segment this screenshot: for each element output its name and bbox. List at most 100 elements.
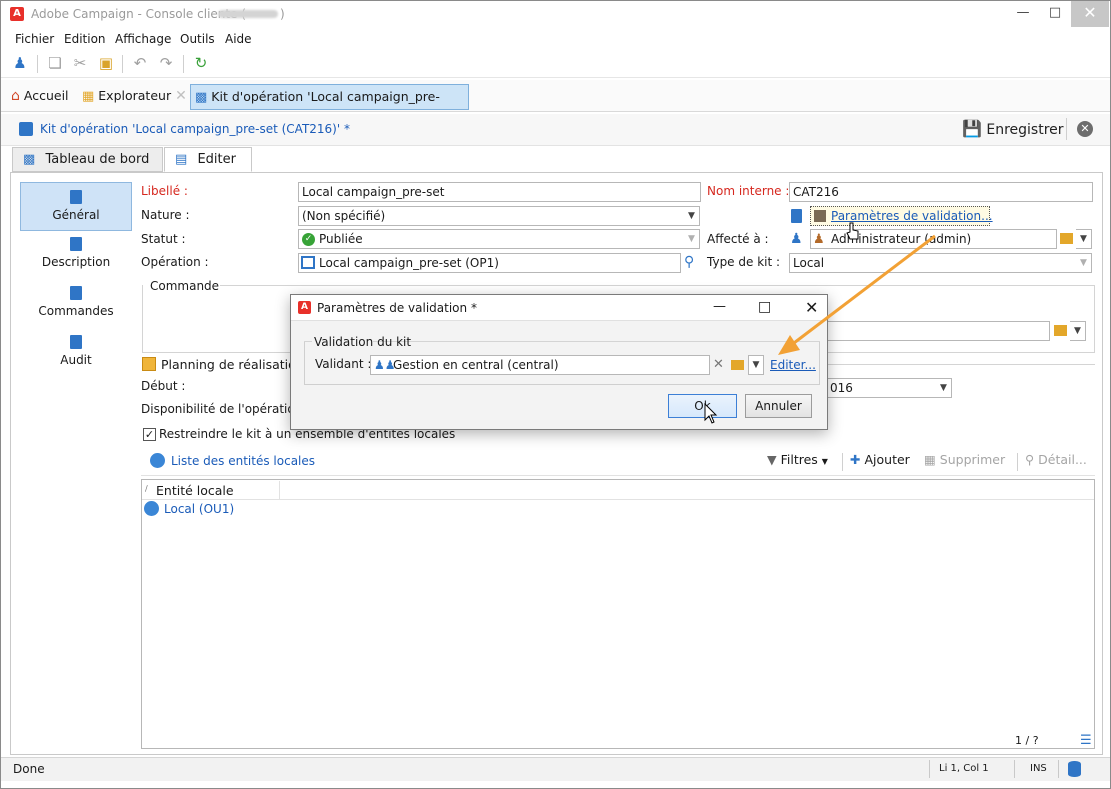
sort-icon: ∕	[145, 484, 148, 493]
save-icon: 💾	[962, 119, 982, 138]
sidebar-item-commandes[interactable]: Commandes	[20, 286, 132, 326]
refresh-icon[interactable]: ↻	[192, 54, 210, 72]
folder-icon[interactable]	[1060, 233, 1073, 244]
group-users-icon: ♟♟	[374, 358, 396, 372]
insert-mode: INS	[1030, 763, 1047, 774]
nom-interne-input[interactable]: CAT216	[789, 182, 1093, 202]
filters-button[interactable]: ▼ Filtres ▼	[767, 452, 828, 470]
type-kit-select[interactable]: Local	[789, 253, 1077, 273]
folder-icon[interactable]	[1054, 325, 1067, 336]
ok-button[interactable]: Ok	[668, 394, 737, 418]
table-row[interactable]: Local (OU1)	[164, 502, 234, 516]
toolbar-separator	[122, 55, 123, 73]
menu-affichage[interactable]: Affichage	[115, 32, 171, 46]
new-user-icon[interactable]: ♟	[11, 54, 29, 72]
detail-button[interactable]: ⚲ Détail...	[1025, 452, 1087, 467]
delete-button[interactable]: ▦ Supprimer	[924, 452, 1005, 467]
chevron-down-icon[interactable]: ▼	[936, 378, 952, 398]
window-title-suffix: )	[280, 7, 285, 21]
libelle-input[interactable]: Local campaign_pre-set	[298, 182, 701, 202]
sidebar-item-label: Description	[41, 255, 111, 269]
search-icon[interactable]: ⚲	[684, 254, 694, 270]
chevron-down-icon[interactable]: ▼	[748, 355, 764, 375]
redacted-host	[218, 10, 278, 18]
menu-aide[interactable]: Aide	[225, 32, 252, 46]
save-button[interactable]: 💾 Enregistrer	[962, 117, 1064, 141]
menu-lines-icon[interactable]: ☰	[1080, 733, 1092, 748]
maximize-icon[interactable]: □	[1040, 1, 1070, 27]
editer-link[interactable]: Editer...	[770, 358, 816, 372]
status-separator	[929, 760, 930, 778]
redo-icon[interactable]: ↷	[157, 54, 175, 72]
tab-tableau-de-bord[interactable]: ▩ Tableau de bord	[12, 147, 163, 172]
sidebar-item-label: Général	[52, 208, 100, 222]
chevron-down-icon[interactable]: ▼	[1070, 321, 1086, 341]
trash-icon: ▦	[924, 452, 936, 467]
statut-select[interactable]: Publiée	[298, 229, 685, 249]
cancel-button[interactable]: Annuler	[745, 394, 812, 418]
add-button[interactable]: ✚ Ajouter	[850, 452, 910, 467]
clear-icon[interactable]: ✕	[713, 357, 724, 372]
copy-icon[interactable]: ❏	[46, 54, 64, 72]
planning-divider	[826, 364, 1095, 365]
restrict-checkbox[interactable]: ✓	[143, 428, 156, 441]
toolbar-separator	[842, 453, 843, 471]
minimize-icon[interactable]: —	[713, 299, 726, 314]
cursor-position: Li 1, Col 1	[939, 763, 989, 774]
undo-icon[interactable]: ↶	[131, 54, 149, 72]
minimize-icon[interactable]: —	[1006, 1, 1040, 27]
close-tab-icon[interactable]: ✕	[175, 88, 187, 104]
chevron-down-icon[interactable]: ▼	[1076, 253, 1092, 273]
chevron-down-icon[interactable]: ▼	[684, 229, 700, 249]
group-divider	[373, 341, 820, 342]
globe-icon	[144, 501, 159, 516]
params-icon	[814, 210, 826, 222]
menu-edition[interactable]: Edition	[64, 32, 106, 46]
close-window-icon[interactable]: ✕	[1071, 1, 1109, 27]
toolbar-separator	[1017, 453, 1018, 471]
tab-kit-operation[interactable]: ▩ Kit d'opération 'Local campaign_pre-se…	[190, 84, 469, 130]
entities-grid[interactable]	[141, 479, 1095, 749]
folder-icon[interactable]	[731, 360, 744, 370]
status-text: Done	[13, 762, 45, 776]
sidebar-item-audit[interactable]: Audit	[20, 335, 132, 375]
close-icon[interactable]: ✕	[805, 298, 818, 317]
paste-icon[interactable]: ▣	[97, 54, 115, 72]
parametres-validation-link[interactable]: Paramètres de validation...	[831, 209, 993, 223]
cut-icon[interactable]: ✂	[71, 54, 89, 72]
nature-select[interactable]: (Non spécifié)	[298, 206, 685, 226]
disponibilite-label: Disponibilité de l'opération	[141, 402, 303, 416]
operation-input[interactable]: Local campaign_pre-set (OP1)	[298, 253, 681, 273]
sidebar-item-general[interactable]: Général	[20, 182, 132, 231]
menu-fichier[interactable]: Fichier	[15, 32, 54, 46]
close-editor-icon[interactable]: ✕	[1077, 121, 1093, 137]
group-divider	[304, 341, 312, 342]
tab-accueil-label: Accueil	[23, 88, 69, 103]
chevron-down-icon[interactable]: ▼	[1076, 229, 1092, 249]
validant-label: Validant :	[315, 357, 372, 371]
sidebar-item-description[interactable]: Description	[20, 237, 132, 277]
tab-editer-label: Editer	[197, 152, 236, 167]
assign-user-icon[interactable]: ♟	[790, 231, 803, 247]
column-entite-locale[interactable]: Entité locale	[156, 483, 234, 498]
menu-outils[interactable]: Outils	[180, 32, 215, 46]
tab-accueil[interactable]: ⌂ Accueil	[11, 84, 81, 110]
debut-label: Début :	[141, 379, 186, 393]
type-kit-label: Type de kit :	[707, 255, 781, 269]
chevron-down-icon: ▼	[821, 457, 828, 466]
affecte-label: Affecté à :	[707, 232, 769, 246]
validant-input[interactable]: Gestion en central (central)	[370, 355, 710, 375]
dashboard-icon: ▩	[23, 152, 36, 167]
tab-explorateur[interactable]: ▦ Explorateur ✕	[82, 84, 188, 110]
date-input[interactable]: 016	[826, 378, 937, 398]
chevron-down-icon[interactable]: ▼	[684, 206, 700, 226]
maximize-icon[interactable]: □	[758, 299, 771, 315]
filter-icon: ▼	[767, 452, 777, 467]
commande-input[interactable]	[800, 321, 1050, 341]
grid-header	[142, 480, 1094, 500]
validation-group-label: Validation du kit	[314, 335, 412, 349]
tab-explorateur-label: Explorateur	[98, 88, 172, 103]
tab-editer[interactable]: ▤ Editer	[164, 147, 252, 172]
breadcrumb: Kit d'opération 'Local campaign_pre-set …	[40, 122, 350, 136]
add-icon: ✚	[850, 452, 861, 467]
